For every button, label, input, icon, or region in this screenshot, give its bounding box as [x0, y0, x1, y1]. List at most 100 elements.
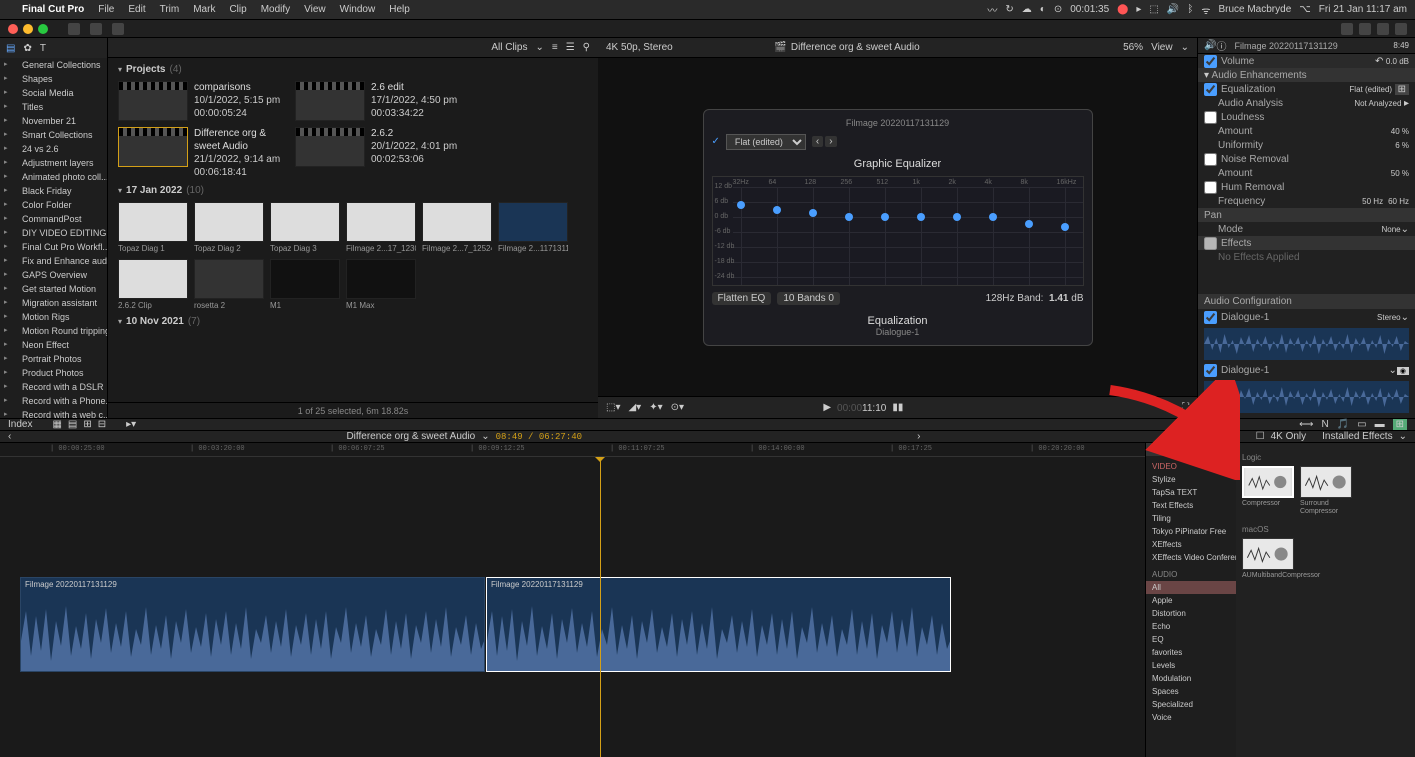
- color-tool[interactable]: ◢▾: [628, 402, 641, 413]
- hum-removal-checkbox[interactable]: [1204, 181, 1217, 194]
- media-clip[interactable]: rosetta 2: [194, 259, 264, 310]
- status-icon[interactable]: 🔊: [1167, 4, 1179, 15]
- eq-band-point[interactable]: [989, 213, 997, 221]
- share-button[interactable]: [1395, 23, 1407, 35]
- dropdown-icon[interactable]: ⌄: [1389, 365, 1397, 376]
- view-dropdown-icon[interactable]: ⌄: [1181, 42, 1189, 53]
- eq-band-point[interactable]: [773, 206, 781, 214]
- sidebar-item[interactable]: Shapes: [0, 72, 107, 86]
- tl-tool-icon[interactable]: ⊞: [83, 419, 91, 430]
- eq-band-point[interactable]: [1061, 223, 1069, 231]
- transform-tool[interactable]: ⬚▾: [606, 402, 620, 413]
- mode-dropdown-icon[interactable]: ⌄: [1401, 224, 1409, 235]
- tl-tool-icon[interactable]: ▤: [68, 419, 77, 430]
- volume-checkbox[interactable]: [1204, 55, 1217, 68]
- sidebar-item[interactable]: Fix and Enhance audio: [0, 254, 107, 268]
- project-clip[interactable]: 2.6 edit17/1/2022, 4:50 pm00:03:34:22: [295, 81, 466, 121]
- status-icon[interactable]: ᛒ: [1187, 4, 1193, 15]
- analyze-icon[interactable]: ▸: [1404, 98, 1409, 109]
- minimize-window[interactable]: [23, 24, 33, 34]
- media-clip[interactable]: Filmage 2...117131129: [498, 202, 568, 253]
- tl-tool-icon[interactable]: ⊟: [98, 419, 106, 430]
- import-button[interactable]: [68, 23, 80, 35]
- effects-category[interactable]: Tokyo PiPinator Free: [1146, 525, 1236, 538]
- eq-band-point[interactable]: [881, 213, 889, 221]
- sidebar-item[interactable]: DIY VIDEO EDITING: [0, 226, 107, 240]
- menu-mark[interactable]: Mark: [193, 4, 215, 15]
- media-clip[interactable]: M1 Max: [346, 259, 416, 310]
- media-clip[interactable]: Topaz Diag 3: [270, 202, 340, 253]
- titles-tab-icon[interactable]: T: [40, 43, 46, 54]
- dropdown-icon[interactable]: ⌄: [1399, 431, 1407, 442]
- eq-band-point[interactable]: [1025, 220, 1033, 228]
- close-window[interactable]: [8, 24, 18, 34]
- show-icon[interactable]: ▾: [1204, 70, 1209, 81]
- sidebar-item[interactable]: Record with a DSLR: [0, 380, 107, 394]
- tl-tool-icon[interactable]: ▦: [52, 419, 61, 430]
- effects-category[interactable]: TapSa TEXT: [1146, 486, 1236, 499]
- zoom-level[interactable]: 56%: [1123, 42, 1143, 53]
- sidebar-item[interactable]: GAPS Overview: [0, 268, 107, 282]
- eq-band-point[interactable]: [737, 201, 745, 209]
- media-clip[interactable]: Filmage 2...17_123051: [346, 202, 416, 253]
- datetime[interactable]: Fri 21 Jan 11:17 am: [1319, 4, 1407, 15]
- status-icon[interactable]: ⬚: [1149, 4, 1158, 15]
- audio-clip-selected[interactable]: Filmage 20220117131129: [486, 577, 951, 672]
- status-icon[interactable]: ↻: [1005, 4, 1013, 15]
- tl-tool-icon[interactable]: ▭: [1357, 419, 1366, 430]
- menu-window[interactable]: Window: [340, 4, 376, 15]
- sidebar-item[interactable]: Product Photos: [0, 366, 107, 380]
- browser-section-header[interactable]: Projects (4): [112, 62, 594, 77]
- play-button[interactable]: ▶: [823, 402, 831, 413]
- timeline-fwd-icon[interactable]: ›: [917, 431, 920, 442]
- timeline-title[interactable]: Difference org & sweet Audio: [346, 431, 475, 442]
- app-name[interactable]: Final Cut Pro: [22, 4, 84, 15]
- effects-category[interactable]: Voice: [1146, 711, 1236, 724]
- sidebar-item[interactable]: Smart Collections: [0, 128, 107, 142]
- audio-inspector-tab[interactable]: 🔊: [1204, 40, 1216, 51]
- tl-tool-icon[interactable]: ⟷: [1299, 419, 1313, 430]
- flatten-eq-button[interactable]: Flatten EQ: [712, 292, 772, 305]
- timeline-index-button[interactable]: Index: [8, 419, 32, 430]
- filter-checkbox[interactable]: ☐: [1256, 431, 1265, 442]
- sidebar-item[interactable]: Neon Effect: [0, 338, 107, 352]
- effects-category[interactable]: Modulation: [1146, 672, 1236, 685]
- timeline-back-icon[interactable]: ‹: [8, 431, 11, 442]
- effect-item[interactable]: Surround Compressor: [1300, 466, 1352, 515]
- effects-category[interactable]: Text Effects: [1146, 499, 1236, 512]
- sidebar-item[interactable]: Color Folder: [0, 198, 107, 212]
- effects-category[interactable]: XEffects: [1146, 538, 1236, 551]
- eq-next-button[interactable]: ›: [825, 136, 836, 147]
- status-icon[interactable]: 〰: [987, 2, 997, 17]
- tl-tool-icon[interactable]: ▬: [1375, 419, 1385, 430]
- effects-category[interactable]: Apple: [1146, 594, 1236, 607]
- grouping-icon[interactable]: ≡: [552, 42, 558, 53]
- menu-file[interactable]: File: [98, 4, 114, 15]
- effects-category[interactable]: Spaces: [1146, 685, 1236, 698]
- rec-icon[interactable]: ⬤: [1117, 4, 1128, 15]
- fullscreen-icon[interactable]: ⛶: [1182, 402, 1189, 413]
- tl-tool-icon[interactable]: N: [1321, 419, 1328, 430]
- eq-preset-select[interactable]: Flat (edited): [726, 134, 806, 150]
- effects-category[interactable]: Tiling: [1146, 512, 1236, 525]
- keyword-button[interactable]: [90, 23, 102, 35]
- user-name[interactable]: Bruce Macbryde: [1218, 4, 1291, 15]
- wifi-icon[interactable]: ᯤ: [1201, 3, 1210, 17]
- control-center-icon[interactable]: ⌥: [1299, 4, 1311, 15]
- bg-tasks-button[interactable]: [112, 23, 124, 35]
- tl-fx-icon[interactable]: ⊞: [1393, 419, 1407, 430]
- menu-view[interactable]: View: [304, 4, 326, 15]
- effect-item[interactable]: Compressor: [1242, 466, 1294, 515]
- playhead[interactable]: [600, 457, 601, 757]
- menu-edit[interactable]: Edit: [128, 4, 145, 15]
- eq-band-point[interactable]: [809, 209, 817, 217]
- sidebar-item[interactable]: Final Cut Pro Workfl...: [0, 240, 107, 254]
- layout-button[interactable]: [1377, 23, 1389, 35]
- list-view-icon[interactable]: ☰: [566, 42, 575, 53]
- sidebar-item[interactable]: Titles: [0, 100, 107, 114]
- effects-category[interactable]: Specialized: [1146, 698, 1236, 711]
- effects-category[interactable]: Echo: [1146, 620, 1236, 633]
- sidebar-item[interactable]: Motion Round tripping: [0, 324, 107, 338]
- sidebar-item[interactable]: General Collections: [0, 58, 107, 72]
- menu-modify[interactable]: Modify: [261, 4, 290, 15]
